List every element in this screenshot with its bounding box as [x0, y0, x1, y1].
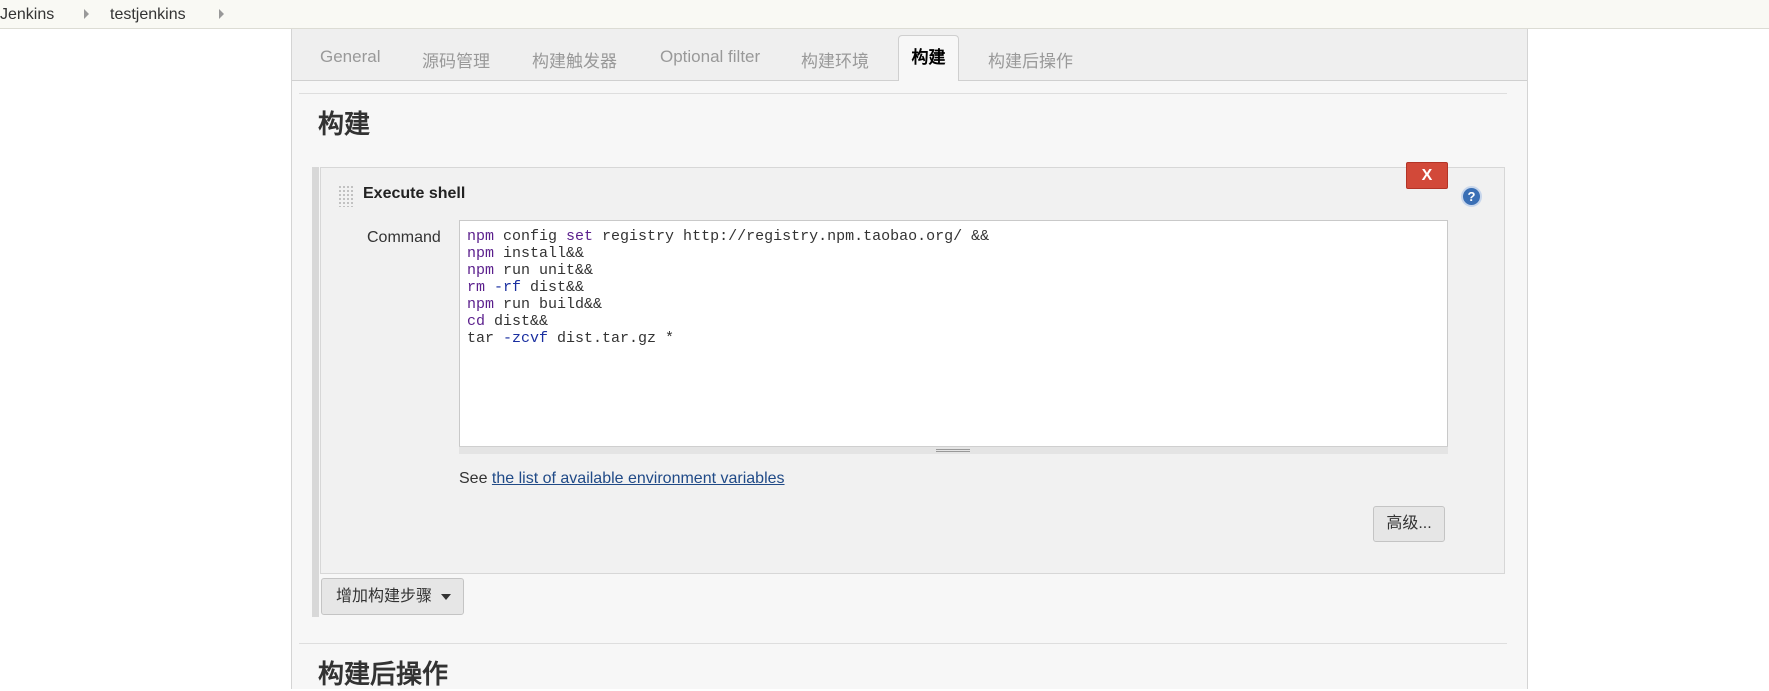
delete-step-button[interactable]: X: [1406, 162, 1448, 189]
tab-build-environment[interactable]: 构建环境: [801, 47, 869, 72]
tab-optional-filter[interactable]: Optional filter: [660, 47, 760, 67]
caret-down-icon: [441, 594, 451, 600]
tab-post-build[interactable]: 构建后操作: [988, 47, 1073, 72]
tab-source-code[interactable]: 源码管理: [422, 47, 490, 72]
chevron-right-icon[interactable]: [84, 9, 89, 19]
command-line: npm install&&: [467, 245, 585, 262]
command-line: rm -rf dist&&: [467, 279, 585, 296]
add-build-step-button[interactable]: 增加构建步骤: [321, 578, 464, 615]
command-line: npm run unit&&: [467, 262, 594, 279]
advanced-button[interactable]: 高级...: [1373, 506, 1445, 542]
command-line: cd dist&&: [467, 313, 549, 330]
post-build-section-title: 构建后操作: [318, 659, 449, 689]
chevron-right-icon[interactable]: [219, 9, 224, 19]
env-prefix: See: [459, 470, 492, 487]
step-outer-bar: [312, 167, 319, 617]
add-build-step-label: 增加构建步骤: [336, 588, 433, 605]
step-title: Execute shell: [363, 185, 466, 202]
command-line: npm config set registry http://registry.…: [467, 228, 990, 245]
command-line: tar -zcvf dist.tar.gz *: [467, 330, 675, 347]
breadcrumb-item-job[interactable]: testjenkins: [110, 6, 186, 24]
command-line: npm run build&&: [467, 296, 603, 313]
drag-handle-icon[interactable]: [338, 185, 353, 207]
env-variables-link[interactable]: the list of available environment variab…: [492, 470, 785, 487]
breadcrumb: Jenkins testjenkins: [0, 0, 1769, 29]
tab-bar: General 源码管理 构建触发器 Optional filter 构建环境 …: [292, 29, 1527, 81]
command-label: Command: [367, 229, 441, 246]
help-icon[interactable]: ?: [1461, 186, 1482, 207]
divider: [299, 93, 1507, 94]
tab-build-triggers[interactable]: 构建触发器: [532, 47, 617, 72]
divider: [299, 643, 1507, 644]
env-variables-line: See the list of available environment va…: [459, 470, 785, 488]
tab-general[interactable]: General: [320, 47, 380, 67]
resize-grip-icon[interactable]: [936, 449, 970, 452]
command-code[interactable]: npm config set registry http://registry.…: [467, 228, 989, 347]
build-section-title: 构建: [318, 109, 371, 139]
tab-build[interactable]: 构建: [898, 35, 959, 81]
breadcrumb-item-jenkins[interactable]: Jenkins: [0, 6, 54, 24]
